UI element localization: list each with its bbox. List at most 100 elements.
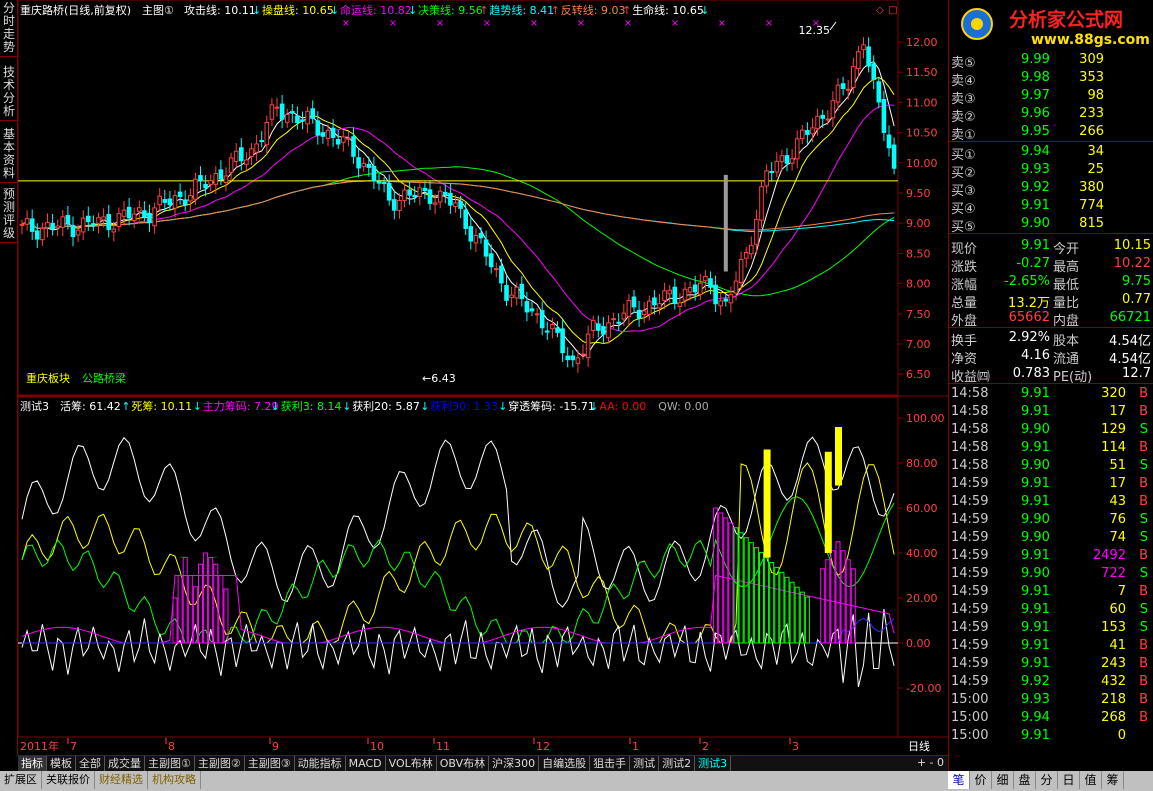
tick-side: S bbox=[1139, 566, 1148, 581]
candle-body bbox=[784, 155, 790, 164]
indicator-tab-4[interactable]: 主副图① bbox=[145, 756, 195, 771]
tick-time: 14:59 bbox=[951, 584, 989, 599]
quote-key: 内盘 bbox=[1053, 314, 1080, 329]
profit-bar bbox=[804, 596, 810, 644]
candle-body bbox=[636, 309, 642, 319]
indicator-tabs: 指标 模板 全部 成交量 主副图① 主副图② 主副图③ 动能指标 MACD VOL布林 OBV布林沪… bbox=[18, 755, 948, 771]
indicator-tab-5[interactable]: 主副图② bbox=[195, 756, 245, 771]
indicator-tab-12[interactable]: 自编选股 bbox=[539, 756, 591, 771]
indicator-tab-16[interactable]: 测试3 bbox=[695, 756, 732, 771]
panel-tab-4[interactable]: 分 bbox=[1036, 771, 1058, 789]
low-annotation: ←6.43 bbox=[422, 372, 456, 385]
indicator-tab-11[interactable]: 沪深300 bbox=[489, 756, 540, 771]
candle-body bbox=[550, 324, 555, 330]
candle-body bbox=[55, 225, 61, 229]
candle-body bbox=[713, 284, 718, 305]
candle-body bbox=[29, 218, 35, 232]
side-tab-1[interactable]: 技术分析 bbox=[0, 64, 18, 121]
indicator-tab-1[interactable]: 模板 bbox=[47, 756, 76, 771]
candle-body bbox=[290, 111, 295, 114]
ind-arrow-6: ↓ bbox=[589, 400, 598, 413]
buy-price: 9.91 bbox=[1021, 198, 1050, 213]
candle-body bbox=[805, 130, 810, 135]
indicator-tab-14[interactable]: 测试 bbox=[630, 756, 660, 771]
status-item-1[interactable]: 关联报价 bbox=[42, 771, 95, 789]
candle-body bbox=[371, 165, 377, 182]
tick-volume: 218 bbox=[1101, 692, 1126, 707]
kline-chart[interactable]: 重庆路桥(日线,前复权) 主图① 攻击线: 10.11↓ 操盘线: 10.65↓ 命运线… bbox=[18, 0, 948, 755]
panel-tab-7[interactable]: 筹 bbox=[1102, 771, 1124, 789]
side-tab-3[interactable]: 预测评级 bbox=[0, 186, 18, 243]
tick-price: 9.91 bbox=[1021, 638, 1050, 653]
tick-row-19: 15:00 9.91 0 bbox=[949, 728, 1153, 746]
candle-body bbox=[463, 209, 468, 229]
tick-volume: 43 bbox=[1109, 494, 1126, 509]
candle-body bbox=[366, 163, 372, 168]
indicator-tab-0[interactable]: 指标 bbox=[18, 756, 47, 771]
logo-text: 分析家公式网 bbox=[1009, 8, 1123, 31]
tick-side: B bbox=[1139, 656, 1148, 671]
sell-label: 卖④ bbox=[951, 74, 976, 89]
candle-body bbox=[295, 115, 300, 124]
candle-body bbox=[774, 160, 780, 173]
tick-time: 14:59 bbox=[951, 566, 989, 581]
candle-body bbox=[641, 310, 647, 316]
candle-body bbox=[437, 190, 443, 203]
signal-marker-6: × bbox=[624, 18, 632, 29]
candle-body bbox=[346, 137, 351, 140]
indicator-tab-10[interactable]: OBV布林 bbox=[437, 756, 490, 771]
candle-body bbox=[672, 286, 678, 304]
left-side-tabs: 分时走势技术分析基本资料预测评级 bbox=[0, 0, 18, 755]
ind-arrow-0: ↑ bbox=[121, 400, 130, 413]
zoom-controls[interactable]: + - 0 bbox=[917, 756, 944, 769]
candle-body bbox=[800, 129, 805, 140]
side-tab-0[interactable]: 分时走势 bbox=[0, 0, 18, 57]
panel-tab-2[interactable]: 细 bbox=[992, 771, 1014, 789]
tick-row-4: 14:58 9.90 51 S bbox=[949, 458, 1153, 476]
tick-side: B bbox=[1139, 386, 1148, 401]
panel-tab-1[interactable]: 价 bbox=[970, 771, 992, 789]
indicator-tab-9[interactable]: VOL布林 bbox=[386, 756, 437, 771]
indicator-tab-13[interactable]: 狙击手 bbox=[590, 756, 631, 771]
panel-tab-6[interactable]: 值 bbox=[1080, 771, 1102, 789]
candle-body bbox=[392, 199, 397, 211]
indicator-tab-7[interactable]: 动能指标 bbox=[295, 756, 346, 771]
tick-row-13: 14:59 9.91 153 S bbox=[949, 620, 1153, 638]
industry-label: 公路桥梁 bbox=[82, 371, 126, 385]
candle-body bbox=[218, 169, 224, 180]
status-item-3[interactable]: 机构攻略 bbox=[148, 771, 201, 789]
candle-body bbox=[65, 215, 71, 225]
buy-volume: 380 bbox=[1079, 180, 1104, 195]
candle-body bbox=[657, 303, 662, 309]
tick-row-16: 14:59 9.92 432 B bbox=[949, 674, 1153, 692]
indicator-tab-3[interactable]: 成交量 bbox=[105, 756, 145, 771]
status-item-2[interactable]: 财经精选 bbox=[95, 771, 148, 789]
candle-body bbox=[167, 198, 173, 206]
candle-body bbox=[417, 187, 423, 197]
indicator-tab-8[interactable]: MACD bbox=[346, 756, 386, 771]
right-panel-tabs: 笔价细盘分日值筹 bbox=[948, 771, 1153, 791]
chart-area[interactable]: 重庆路桥(日线,前复权) 主图① 攻击线: 10.11 ↓ 操盘线: 10.65 ↓ 命运线… bbox=[18, 0, 948, 755]
candle-body bbox=[545, 330, 550, 333]
buy-label: 买⑤ bbox=[951, 220, 976, 235]
candle-body bbox=[718, 300, 724, 307]
logo-url: www.88gs.com bbox=[1031, 32, 1150, 48]
indicator-tab-6[interactable]: 主副图③ bbox=[245, 756, 295, 771]
panel-tab-5[interactable]: 日 bbox=[1058, 771, 1080, 789]
candle-body bbox=[351, 136, 356, 157]
signal-marker-4: × bbox=[530, 18, 538, 29]
quote-value: 65662 bbox=[1008, 310, 1050, 325]
panel-tab-0[interactable]: 笔 bbox=[948, 771, 970, 789]
status-item-0[interactable]: 扩展区 bbox=[0, 771, 42, 789]
panel-tab-3[interactable]: 盘 bbox=[1014, 771, 1036, 789]
indicator-tab-15[interactable]: 测试2 bbox=[659, 756, 696, 771]
ma-arrow-2: ↓ bbox=[408, 4, 417, 17]
indicator-tab-2[interactable]: 全部 bbox=[76, 756, 105, 771]
candle-body bbox=[126, 206, 132, 219]
tick-price: 9.90 bbox=[1021, 566, 1050, 581]
side-tab-2[interactable]: 基本资料 bbox=[0, 126, 18, 183]
candle-body bbox=[80, 217, 86, 233]
month-label-7: 2 bbox=[702, 740, 709, 753]
candle-body bbox=[891, 144, 897, 169]
candle-body bbox=[662, 290, 667, 302]
